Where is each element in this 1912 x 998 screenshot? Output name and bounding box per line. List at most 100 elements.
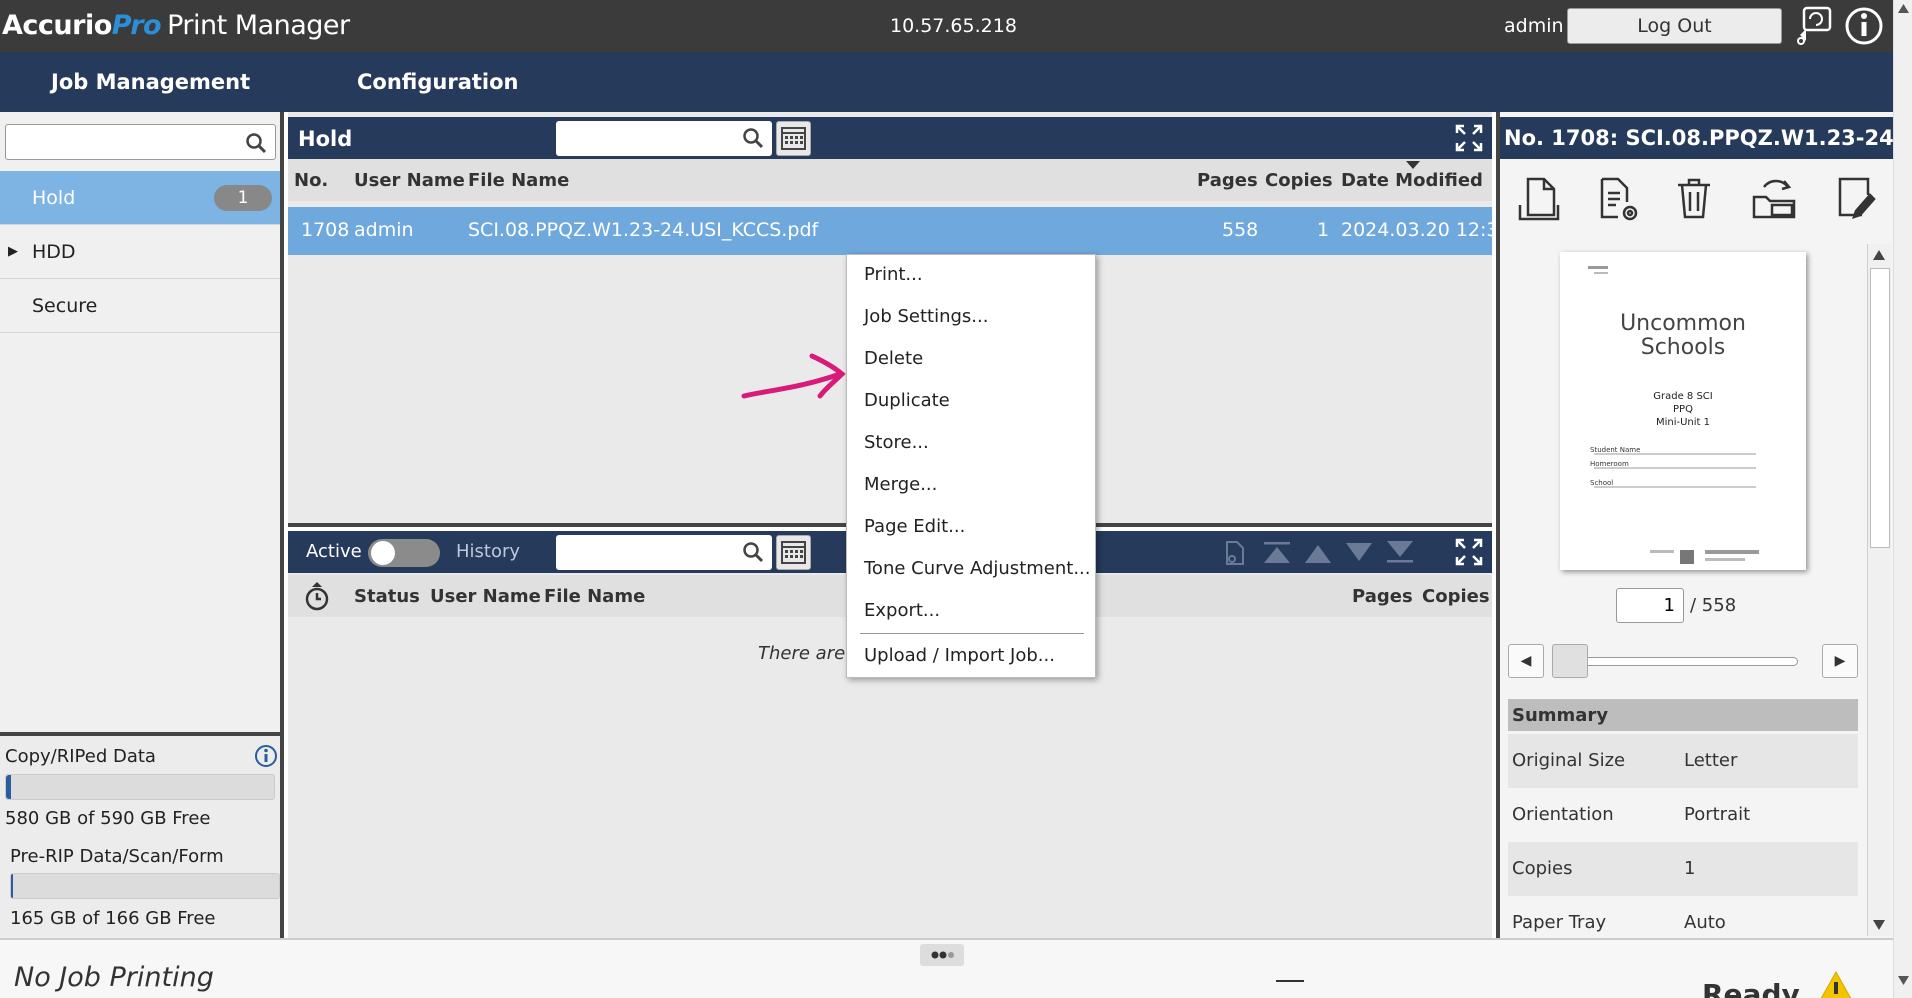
move-top-icon[interactable]	[1262, 539, 1292, 567]
maximize-icon[interactable]	[1454, 123, 1484, 153]
logout-button[interactable]: Log Out	[1567, 8, 1782, 44]
scroll-down-icon[interactable]	[1873, 920, 1885, 930]
menu-item-export[interactable]: Export...	[864, 600, 940, 621]
preview-field-label: Student Name	[1590, 446, 1641, 454]
page-slider-handle[interactable]	[1552, 644, 1588, 678]
scroll-thumb[interactable]	[1870, 268, 1890, 548]
ready-status: Ready	[1702, 978, 1800, 998]
sidebar-item-label: Hold	[32, 187, 76, 209]
detail-scrollbar[interactable]	[1867, 244, 1891, 936]
info-icon[interactable]	[1844, 5, 1884, 47]
usage-fill	[6, 775, 12, 799]
status-bar: No Job Printing Ready	[0, 938, 1893, 998]
summary-row: Original Size Letter	[1508, 734, 1858, 788]
scroll-up-icon[interactable]	[1898, 4, 1909, 13]
menu-item-delete[interactable]: Delete	[864, 348, 923, 369]
col-file-name[interactable]: File Name	[544, 586, 645, 607]
hold-header: Hold	[288, 117, 1492, 159]
page-preview: Uncommon Schools Grade 8 SCI PPQ Mini-Un…	[1560, 252, 1806, 570]
prev-page-button[interactable]: ◀	[1508, 644, 1544, 678]
col-copies[interactable]: Copies	[1265, 170, 1333, 191]
sidebar-item-label: Secure	[32, 295, 98, 317]
top-bar: AccurioPro Print Manager 10.57.65.218 adm…	[0, 0, 1893, 52]
warning-icon[interactable]	[1816, 970, 1856, 998]
page-slider-track[interactable]	[1560, 657, 1798, 666]
move-down-icon[interactable]	[1344, 539, 1374, 567]
hold-column-header: No. User Name File Name Pages Copies Dat…	[288, 159, 1492, 201]
preview-heading: Uncommon Schools	[1620, 311, 1746, 360]
menu-item-store[interactable]: Store...	[864, 432, 929, 453]
active-history-toggle[interactable]	[368, 539, 440, 567]
sort-desc-icon	[1406, 161, 1420, 169]
sidebar-item-hold[interactable]: Hold 1	[0, 171, 280, 225]
prerip-free: 165 GB of 166 GB Free	[10, 908, 216, 929]
chat-refresh-icon[interactable]	[1794, 5, 1834, 47]
panel-resize-handle[interactable]	[920, 944, 964, 966]
table-row[interactable]: 1708 admin SCI.08.PPQZ.W1.23-24.USI_KCCS…	[288, 207, 1511, 255]
cell-file: SCI.08.PPQZ.W1.23-24.USI_KCCS.pdf	[468, 219, 819, 241]
tab-job-management[interactable]: Job Management	[51, 70, 250, 94]
move-bottom-icon[interactable]	[1385, 539, 1415, 567]
menu-item-print[interactable]: Print...	[864, 264, 923, 285]
copy-data-free: 580 GB of 590 GB Free	[5, 808, 211, 829]
scroll-down-icon[interactable]	[1898, 976, 1909, 985]
summary-row: Orientation Portrait	[1512, 804, 1751, 825]
brand-logo: AccurioPro Print Manager	[2, 10, 350, 41]
col-file-name[interactable]: File Name	[468, 170, 569, 191]
cell-no: 1708	[301, 219, 350, 241]
storage-info-icon[interactable]	[254, 744, 278, 772]
window-scrollbar[interactable]	[1893, 0, 1912, 998]
edit-document-icon[interactable]	[1832, 175, 1882, 225]
col-no[interactable]: No.	[294, 170, 328, 191]
hold-search-input[interactable]	[556, 121, 772, 156]
tab-configuration[interactable]: Configuration	[357, 70, 518, 94]
move-to-hdd-icon[interactable]	[1750, 175, 1800, 225]
server-ip: 10.57.65.218	[890, 15, 1017, 37]
menu-item-page-edit[interactable]: Page Edit...	[864, 516, 965, 537]
col-date-modified[interactable]: Date Modified	[1341, 170, 1483, 191]
move-up-icon[interactable]	[1303, 539, 1333, 567]
menu-item-job-settings[interactable]: Job Settings...	[864, 306, 988, 327]
preview-subtitle: Grade 8 SCI PPQ Mini-Unit 1	[1653, 391, 1713, 428]
print-document-icon[interactable]	[1514, 175, 1564, 225]
calendar-icon[interactable]	[776, 121, 811, 156]
copy-data-usage-bar	[5, 774, 275, 800]
delete-icon[interactable]	[1670, 175, 1720, 225]
menu-item-tone-curve[interactable]: Tone Curve Adjustment...	[864, 558, 1091, 579]
job-settings-icon[interactable]	[1594, 175, 1644, 225]
main-nav: Job Management Configuration	[0, 52, 1893, 112]
calendar-icon[interactable]	[776, 535, 811, 570]
col-pages[interactable]: Pages	[1352, 586, 1413, 607]
menu-item-upload-import[interactable]: Upload / Import Job...	[864, 645, 1055, 666]
summary-row: Paper Tray Auto	[1512, 912, 1726, 933]
page-total: / 558	[1690, 595, 1737, 616]
page-number-input[interactable]: 1	[1616, 588, 1684, 623]
col-copies[interactable]: Copies	[1422, 586, 1490, 607]
menu-item-duplicate[interactable]: Duplicate	[864, 390, 950, 411]
next-page-button[interactable]: ▶	[1822, 644, 1858, 678]
search-icon[interactable]	[742, 541, 764, 567]
col-pages[interactable]: Pages	[1197, 170, 1258, 191]
current-user: admin	[1504, 15, 1564, 37]
sidebar-item-secure[interactable]: Secure	[0, 279, 280, 333]
col-user-name[interactable]: User Name	[354, 170, 465, 191]
context-menu: Print... Job Settings... Delete Duplicat…	[846, 254, 1096, 678]
search-icon[interactable]	[742, 127, 764, 153]
cell-pages: 558	[1222, 219, 1259, 241]
job-toolbar	[1500, 159, 1897, 243]
col-status[interactable]: Status	[354, 586, 420, 607]
menu-item-merge[interactable]: Merge...	[864, 474, 937, 495]
sidebar-search-input[interactable]	[5, 124, 276, 160]
scroll-up-icon[interactable]	[1873, 250, 1885, 260]
job-detail-icon[interactable]	[1220, 539, 1250, 567]
job-detail-panel: No. 1708: SCI.08.PPQZ.W1.23-24.USI...	[1496, 112, 1897, 938]
preview-field-label: Homeroom	[1590, 460, 1629, 468]
active-search-input[interactable]	[556, 535, 772, 570]
expand-arrow-icon[interactable]: ▶	[8, 225, 18, 279]
search-icon[interactable]	[245, 132, 267, 158]
sidebar-item-hdd[interactable]: ▶ HDD	[0, 225, 280, 279]
prerip-label: Pre-RIP Data/Scan/Form	[10, 846, 224, 867]
job-detail-title: No. 1708: SCI.08.PPQZ.W1.23-24.USI...	[1500, 117, 1897, 159]
col-user-name[interactable]: User Name	[430, 586, 541, 607]
maximize-icon[interactable]	[1454, 537, 1484, 567]
